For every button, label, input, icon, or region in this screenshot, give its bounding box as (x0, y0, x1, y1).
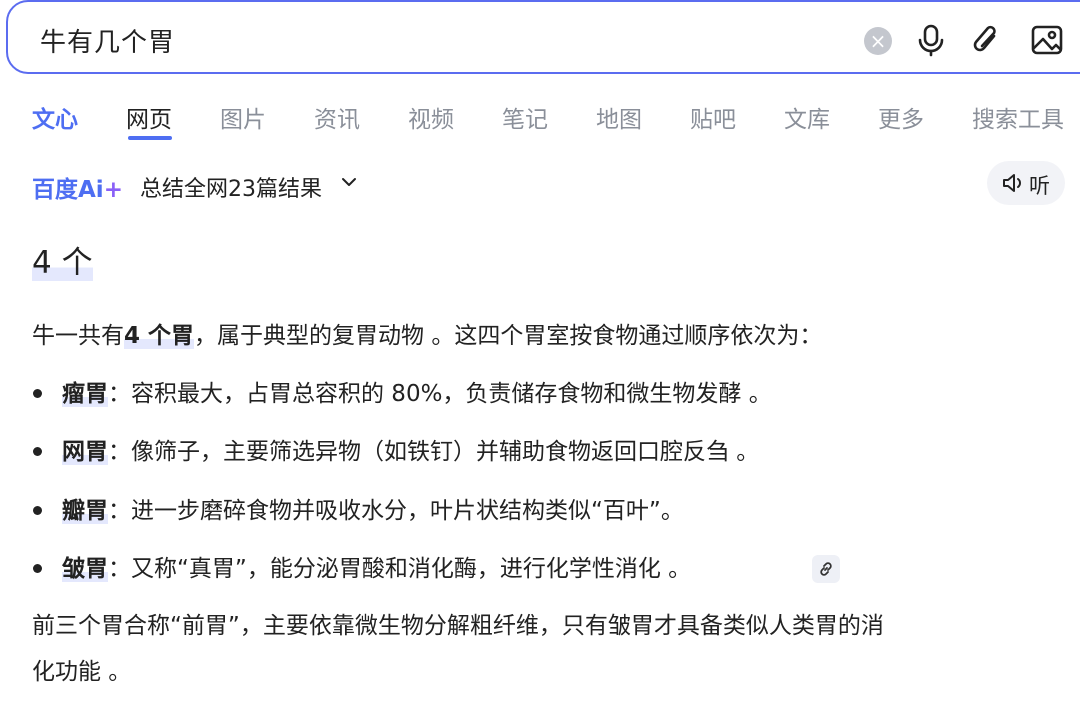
tab-video[interactable]: 视频 (408, 100, 454, 134)
tab-web[interactable]: 网页 (126, 100, 172, 134)
tab-notes[interactable]: 笔记 (502, 100, 548, 134)
tab-map[interactable]: 地图 (596, 100, 642, 134)
close-circle-icon[interactable]: × (864, 27, 892, 55)
bullet-dot (33, 564, 42, 573)
speaker-icon (1003, 174, 1021, 192)
search-input[interactable]: 牛有几个胃 (40, 22, 175, 59)
paperclip-icon[interactable] (970, 22, 1004, 58)
list-item: 皱胃：又称“真胃”，能分泌胃酸和消化酶，进行化学性消化 。 (62, 556, 692, 582)
search-bar[interactable]: 牛有几个胃 × (6, 0, 1080, 74)
bullet-dot (33, 506, 42, 515)
answer-outro: 前三个胃合称“前胃”，主要依靠微生物分解粗纤维，只有皱胃才具备类似人类胃的消 (32, 613, 884, 639)
tab-wenxin[interactable]: 文心 (32, 100, 78, 134)
chevron-down-icon[interactable] (339, 172, 359, 192)
active-tab-indicator (128, 136, 172, 140)
link-icon (820, 562, 832, 576)
tab-search-tools[interactable]: 搜索工具 (972, 100, 1064, 134)
answer-outro-continued: 化功能 。 (32, 659, 132, 685)
source-link-button[interactable] (812, 555, 840, 583)
list-item: 网胃：像筛子，主要筛选异物（如铁钉）并辅助食物返回口腔反刍 。 (62, 439, 760, 465)
microphone-icon[interactable] (914, 22, 948, 58)
tab-images[interactable]: 图片 (220, 100, 266, 134)
listen-label: 听 (1029, 174, 1050, 198)
baidu-ai-logo: 百度Ai+ (32, 177, 123, 203)
list-item: 瓣胃：进一步磨碎食物并吸收水分，叶片状结构类似“百叶”。 (62, 498, 684, 524)
tab-news[interactable]: 资讯 (314, 100, 360, 134)
tab-tieba[interactable]: 贴吧 (690, 100, 736, 134)
bullet-dot (33, 389, 42, 398)
image-icon[interactable] (1030, 22, 1064, 58)
tab-more[interactable]: 更多 (878, 100, 924, 134)
tab-wenku[interactable]: 文库 (784, 100, 830, 134)
search-tabs: 文心 网页 图片 资讯 视频 笔记 地图 贴吧 文库 更多 搜索工具 (0, 96, 1080, 140)
ai-summary-toggle[interactable]: 总结全网23篇结果 (140, 171, 322, 203)
answer-title: 4 个 (32, 245, 93, 281)
listen-button[interactable]: 听 (987, 161, 1065, 205)
bullet-dot (33, 447, 42, 456)
answer-intro: 牛一共有4 个胃，属于典型的复胃动物 。这四个胃室按食物通过顺序依次为： (32, 323, 823, 349)
list-item: 瘤胃：容积最大，占胃总容积的 80%，负责储存食物和微生物发酵 。 (62, 381, 772, 407)
